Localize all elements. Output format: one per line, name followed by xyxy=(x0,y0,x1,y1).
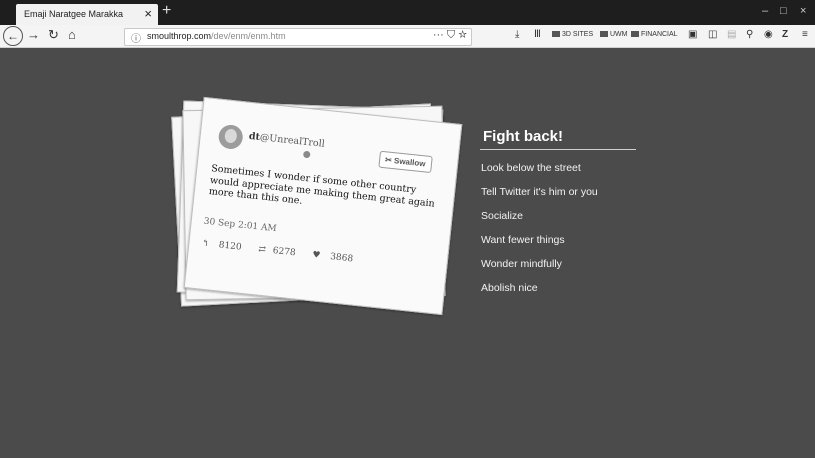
folder-icon xyxy=(631,31,639,37)
sidebar-icon[interactable]: ◫ xyxy=(708,29,717,40)
maximize-button[interactable]: □ xyxy=(780,5,787,17)
browser-window: Emaji Naratgee Marakka × + – □ × ← → ↻ ⌂… xyxy=(0,0,815,458)
reader-icon[interactable]: ▤ xyxy=(727,29,736,40)
tab-title: Emaji Naratgee Marakka xyxy=(24,9,124,19)
address-bar[interactable]: ⓘ smoulthrop.com/dev/enm/enm.htm ··· ⛉ ☆ xyxy=(124,28,472,46)
tweet-stats: ↰ 8120 ⇄ 6278 ♥ 3868 xyxy=(201,239,368,266)
tweet-handle: dt@UnrealTroll xyxy=(248,130,326,150)
reload-icon[interactable]: ↻ xyxy=(48,27,59,43)
tab-active[interactable]: Emaji Naratgee Marakka × xyxy=(16,4,158,25)
url-text: smoulthrop.com/dev/enm/enm.htm xyxy=(147,31,286,41)
bookmark-3d-sites[interactable]: 3D SITES xyxy=(552,31,593,38)
avatar xyxy=(217,123,244,151)
folder-icon xyxy=(600,31,608,37)
fight-back-panel: Fight back! Look below the street Tell T… xyxy=(480,128,636,294)
folder-icon xyxy=(552,31,560,37)
navigation-bar: ← → ↻ ⌂ ⓘ smoulthrop.com/dev/enm/enm.htm… xyxy=(0,25,815,48)
zotero-icon[interactable]: Z xyxy=(782,29,788,40)
reply-icon: ↰ xyxy=(200,238,210,250)
account-icon[interactable]: ◉ xyxy=(764,29,773,40)
extension-icon[interactable]: ▣ xyxy=(688,29,697,40)
bookmark-financial[interactable]: FINANCIAL xyxy=(631,31,678,38)
forward-arrow-icon[interactable]: → xyxy=(27,27,40,42)
verified-icon xyxy=(302,150,311,159)
page-actions-icons[interactable]: ··· ⛉ ☆ xyxy=(433,29,467,42)
back-arrow-icon[interactable]: ← xyxy=(3,26,23,46)
tweet-date: 30 Sep 2:01 AM xyxy=(203,216,278,235)
reply-count[interactable]: ↰ 8120 xyxy=(201,239,249,254)
link-wonder-mindfully[interactable]: Wonder mindfully xyxy=(481,258,562,270)
link-tell-twitter[interactable]: Tell Twitter it's him or you xyxy=(481,186,598,198)
search-icon[interactable]: ⚲ xyxy=(746,29,753,40)
swallow-button[interactable]: ✂ Swallow xyxy=(378,150,433,174)
retweet-icon: ⇄ xyxy=(257,244,267,256)
info-icon[interactable]: ⓘ xyxy=(131,30,141,45)
link-want-fewer-things[interactable]: Want fewer things xyxy=(481,234,565,246)
tab-bar: Emaji Naratgee Marakka × + – □ × xyxy=(0,0,815,25)
library-icon[interactable]: Ⅲ xyxy=(534,29,541,40)
like-count[interactable]: ♥ 3868 xyxy=(312,250,361,265)
menu-icon[interactable]: ≡ xyxy=(802,29,808,40)
minimize-button[interactable]: – xyxy=(762,5,768,17)
panel-title: Fight back! xyxy=(480,128,636,150)
new-tab-button[interactable]: + xyxy=(162,2,171,20)
tweet-text: Sometimes I wonder if some other country… xyxy=(208,163,436,210)
link-abolish-nice[interactable]: Abolish nice xyxy=(481,282,538,294)
link-look-below-the-street[interactable]: Look below the street xyxy=(481,162,581,174)
bookmark-uwm[interactable]: UWM xyxy=(600,31,628,38)
close-window-button[interactable]: × xyxy=(800,5,806,17)
link-socialize[interactable]: Socialize xyxy=(481,210,523,222)
retweet-count[interactable]: ⇄ 6278 xyxy=(258,245,303,260)
tab-close-icon[interactable]: × xyxy=(144,6,152,21)
tweet-card[interactable]: dt@UnrealTroll ✂ Swallow Sometimes I won… xyxy=(183,96,463,316)
home-icon[interactable]: ⌂ xyxy=(68,27,76,42)
download-icon[interactable]: ⤓ xyxy=(515,29,519,40)
heart-icon: ♥ xyxy=(311,250,321,261)
